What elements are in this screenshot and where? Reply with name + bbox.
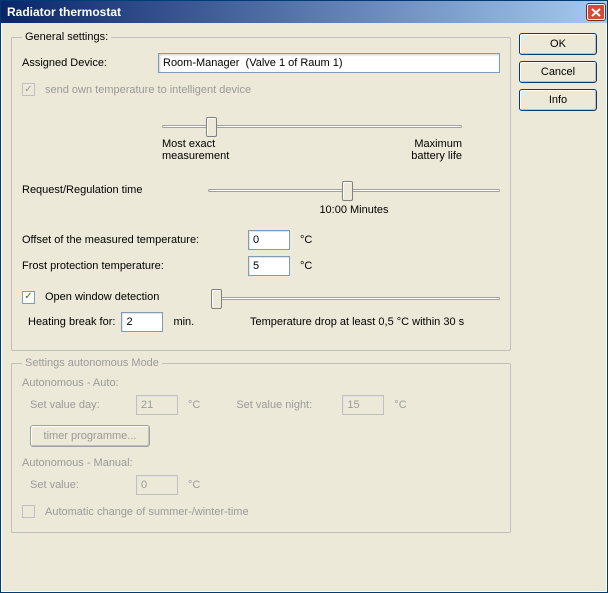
- general-settings-group: General settings: Assigned Device: ✓ sen…: [11, 31, 511, 351]
- set-day-field: [136, 395, 178, 415]
- cancel-button[interactable]: Cancel: [519, 61, 597, 83]
- general-settings-legend: General settings:: [22, 31, 111, 43]
- slider-track: [208, 189, 500, 192]
- frost-unit: °C: [300, 260, 312, 272]
- heating-break-field[interactable]: [121, 312, 163, 332]
- right-column: OK Cancel Info: [519, 31, 597, 584]
- autonomous-mode-group: Settings autonomous Mode Autonomous - Au…: [11, 357, 511, 533]
- check-icon: ✓: [24, 292, 32, 302]
- send-temp-label: send own temperature to intelligent devi…: [45, 84, 251, 96]
- offset-unit: °C: [300, 234, 312, 246]
- request-time-label: Request/Regulation time: [22, 178, 202, 196]
- request-time-value: 10:00 Minutes: [208, 204, 500, 216]
- autonomous-legend: Settings autonomous Mode: [22, 357, 162, 369]
- measurement-battery-slider[interactable]: [162, 114, 462, 140]
- set-value-field: [136, 475, 178, 495]
- auto-heading: Autonomous - Auto:: [22, 377, 500, 389]
- temp-drop-slider[interactable]: [211, 286, 500, 308]
- timer-programme-button: timer programme...: [30, 425, 150, 447]
- info-button[interactable]: Info: [519, 89, 597, 111]
- slider-track: [211, 297, 500, 300]
- frost-label: Frost protection temperature:: [22, 260, 242, 272]
- set-night-label: Set value night:: [236, 399, 336, 411]
- titlebar: Radiator thermostat: [1, 1, 607, 23]
- night-unit: °C: [394, 399, 406, 411]
- ok-button[interactable]: OK: [519, 33, 597, 55]
- manual-heading: Autonomous - Manual:: [22, 457, 500, 469]
- close-button[interactable]: [587, 4, 605, 20]
- temp-drop-text: Temperature drop at least 0,5 °C within …: [250, 316, 500, 328]
- check-icon: ✓: [24, 85, 32, 95]
- heating-break-label: Heating break for:: [28, 316, 115, 328]
- frost-field[interactable]: [248, 256, 290, 276]
- slider-thumb[interactable]: [211, 289, 222, 309]
- slider-right-label: Maximum battery life: [411, 138, 462, 162]
- open-window-checkbox[interactable]: ✓: [22, 291, 35, 304]
- offset-label: Offset of the measured temperature:: [22, 234, 242, 246]
- set-value-label: Set value:: [30, 479, 130, 491]
- offset-field[interactable]: [248, 230, 290, 250]
- slider-thumb[interactable]: [206, 117, 217, 137]
- window-title: Radiator thermostat: [7, 5, 587, 19]
- left-column: General settings: Assigned Device: ✓ sen…: [11, 31, 511, 584]
- slider-thumb[interactable]: [342, 181, 353, 201]
- set-day-label: Set value day:: [30, 399, 130, 411]
- slider-labels: Most exact measurement Maximum battery l…: [162, 138, 462, 162]
- assigned-device-field: [158, 53, 500, 73]
- assigned-device-label: Assigned Device:: [22, 57, 152, 69]
- day-unit: °C: [188, 399, 200, 411]
- manual-unit: °C: [188, 479, 200, 491]
- client-area: General settings: Assigned Device: ✓ sen…: [1, 23, 607, 592]
- heating-break-unit: min.: [173, 316, 194, 328]
- slider-left-label: Most exact measurement: [162, 138, 229, 162]
- dst-label: Automatic change of summer-/winter-time: [45, 506, 249, 518]
- send-temp-checkbox: ✓: [22, 83, 35, 96]
- close-icon: [591, 8, 601, 17]
- request-time-slider[interactable]: [208, 178, 500, 204]
- window: Radiator thermostat General settings: As…: [0, 0, 608, 593]
- open-window-label: Open window detection: [45, 291, 205, 303]
- dst-checkbox: [22, 505, 35, 518]
- set-night-field: [342, 395, 384, 415]
